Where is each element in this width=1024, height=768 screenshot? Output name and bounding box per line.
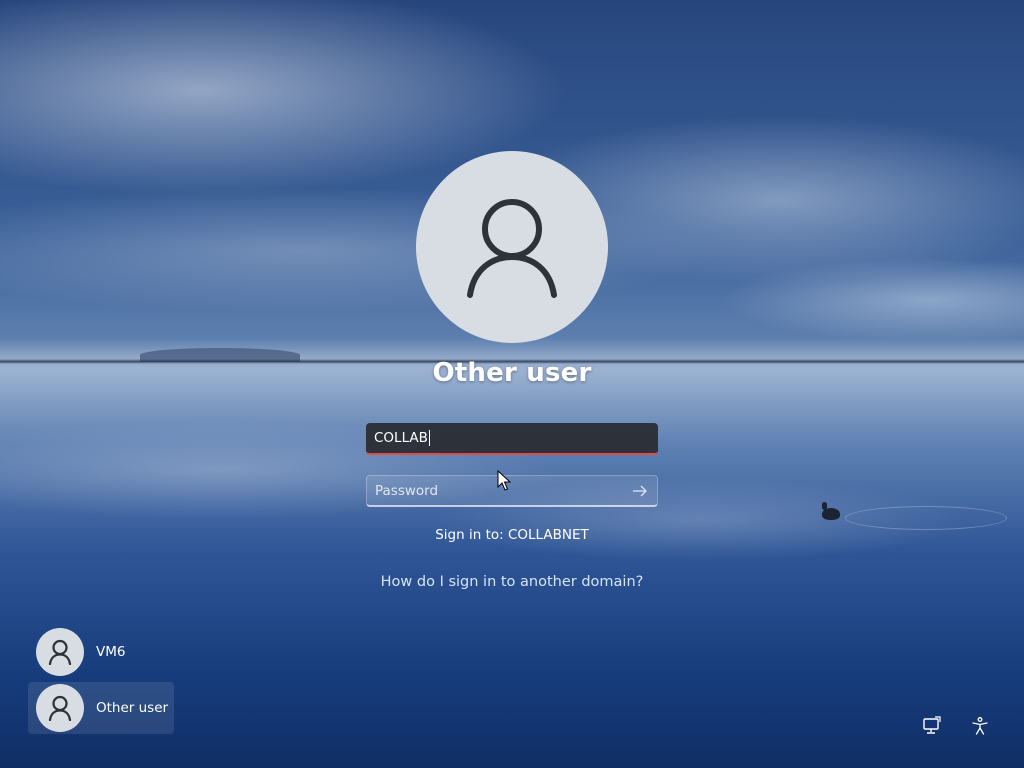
text-caret (428, 430, 430, 446)
username-value: COLLAB (374, 430, 428, 446)
water-ripples (845, 506, 1007, 530)
username-field[interactable]: COLLAB (366, 423, 658, 455)
duck-image (822, 502, 840, 520)
avatar (36, 628, 84, 676)
accessibility-icon (972, 717, 988, 735)
page-title: Other user (432, 358, 592, 388)
user-switcher-list: VM6 Other user (28, 626, 174, 738)
person-icon (48, 639, 72, 665)
network-icon (923, 716, 941, 734)
password-field[interactable]: Password (366, 475, 658, 507)
avatar (36, 684, 84, 732)
user-name: Other user (96, 700, 169, 716)
user-item-vm6[interactable]: VM6 (28, 626, 174, 678)
user-name: VM6 (96, 644, 126, 660)
accessibility-button[interactable] (968, 714, 992, 738)
user-avatar-large (416, 151, 608, 343)
other-domain-help-link[interactable]: How do I sign in to another domain? (312, 574, 712, 590)
submit-arrow-icon[interactable] (631, 483, 649, 499)
user-item-other-user[interactable]: Other user (28, 682, 174, 734)
signin-domain-text: Sign in to: COLLABNET (435, 527, 589, 543)
person-icon (467, 199, 557, 298)
password-placeholder: Password (375, 482, 439, 499)
network-button[interactable] (920, 714, 944, 738)
mouse-pointer-icon (497, 470, 511, 491)
person-icon (48, 695, 72, 721)
